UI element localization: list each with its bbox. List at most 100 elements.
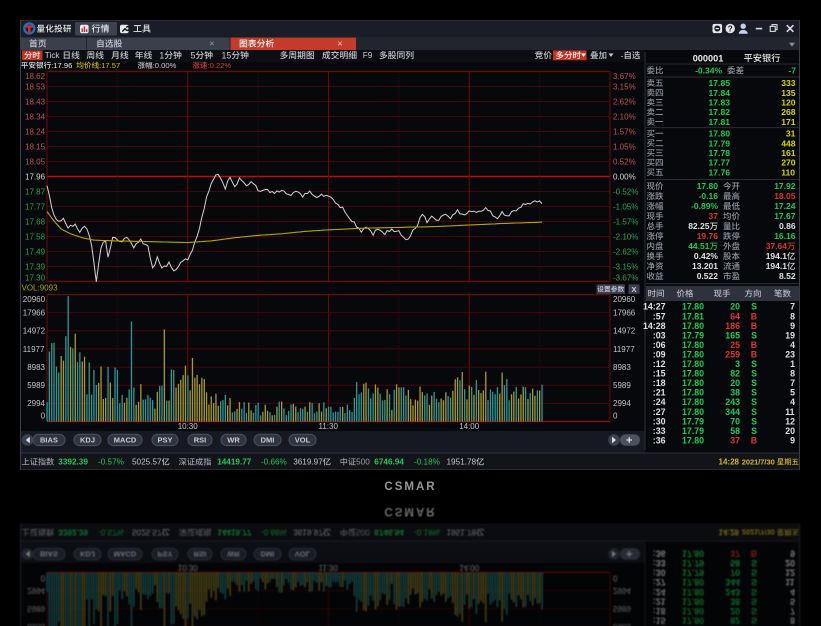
svg-text:18.05: 18.05 [25,157,46,166]
svg-text::09: :09 [653,350,666,360]
svg-text:3392.39: 3392.39 [58,458,88,467]
svg-text:20: 20 [785,426,795,436]
svg-text:17.76: 17.76 [709,167,731,177]
svg-text:B: B [751,340,757,350]
svg-text:2021/7/30: 2021/7/30 [742,457,775,466]
svg-text:17.81: 17.81 [682,311,704,321]
svg-text:17.80: 17.80 [682,407,704,417]
svg-text:17.30: 17.30 [25,273,46,282]
svg-text::33: :33 [653,426,666,436]
svg-text:PSY: PSY [158,435,173,444]
svg-text:14972: 14972 [613,327,636,336]
svg-text:-: - [621,50,624,60]
svg-text:0.522: 0.522 [697,271,719,281]
svg-text::27: :27 [653,407,666,417]
svg-text:1.57%: 1.57% [613,127,636,136]
svg-text:S: S [751,302,757,312]
svg-text:17.79: 17.79 [709,138,731,148]
svg-text:259: 259 [725,350,740,360]
svg-text:×: × [209,39,214,49]
svg-text:18.24: 18.24 [25,127,46,136]
svg-text:-3.15%: -3.15% [613,262,638,271]
svg-text:18.15: 18.15 [25,142,46,151]
svg-text:82: 82 [730,369,740,379]
svg-text:1951.78: 1951.78 [447,458,477,467]
svg-text:17.80: 17.80 [682,435,704,445]
svg-text:8: 8 [790,369,795,379]
svg-text:16.16: 16.16 [774,231,796,241]
svg-text:5989: 5989 [613,381,631,390]
svg-text::30: :30 [653,416,666,426]
svg-text:8.52: 8.52 [779,271,796,281]
svg-text:58: 58 [730,426,740,436]
svg-text:S: S [751,407,757,417]
svg-text:17.83: 17.83 [709,98,731,108]
svg-text:17.80: 17.80 [682,302,704,312]
svg-text:-3.67%: -3.67% [613,273,638,282]
svg-text:17.68: 17.68 [25,217,46,226]
svg-text:B: B [751,435,757,445]
svg-text:-0.18%: -0.18% [414,458,440,467]
svg-text:0: 0 [613,411,618,420]
svg-text:18.34: 18.34 [25,112,46,121]
svg-text:194.1: 194.1 [766,251,788,261]
svg-text:186: 186 [725,321,740,331]
svg-text:17.80: 17.80 [682,359,704,369]
svg-text:S: S [751,426,757,436]
svg-text:14:00: 14:00 [459,422,480,431]
svg-text:3: 3 [735,359,740,369]
svg-text:S: S [751,416,757,426]
svg-text:3619.97: 3619.97 [293,458,323,467]
svg-text:38: 38 [730,388,740,398]
svg-text:1.05%: 1.05% [613,142,636,151]
svg-text:17.79: 17.79 [682,330,704,340]
svg-text:5025.57: 5025.57 [132,458,162,467]
svg-text:2994: 2994 [613,399,631,408]
svg-text:11977: 11977 [613,345,635,354]
svg-text:500: 500 [356,458,370,467]
svg-text:333: 333 [781,78,796,88]
svg-text:19.76: 19.76 [697,231,719,241]
svg-text:-0.57%: -0.57% [98,458,124,467]
svg-text:X: X [632,285,637,294]
svg-text:11:30: 11:30 [319,422,339,431]
svg-text:23: 23 [785,350,795,360]
svg-text:37: 37 [730,435,740,445]
svg-text:20: 20 [730,378,740,388]
svg-text:-2.10%: -2.10% [613,232,638,241]
svg-text:17.78: 17.78 [709,148,731,158]
svg-text:17.79: 17.79 [682,426,704,436]
svg-text:-2.62%: -2.62% [613,247,638,256]
svg-text:BIAS: BIAS [40,435,58,444]
svg-text:17.80: 17.80 [682,321,704,331]
svg-text:17.81: 17.81 [709,117,731,127]
svg-text:000001: 000001 [693,53,724,63]
svg-text::17.57: :17.57 [99,61,120,70]
svg-text:-7: -7 [788,65,796,75]
svg-text::24: :24 [653,397,666,407]
svg-text:0.52%: 0.52% [613,157,636,166]
svg-text:2.62%: 2.62% [613,97,636,106]
svg-text:5: 5 [790,388,795,398]
svg-text:11: 11 [785,407,794,417]
svg-text:15: 15 [222,50,232,60]
svg-text:-0.16: -0.16 [699,191,719,201]
svg-text:17.24: 17.24 [774,201,796,211]
svg-text:S: S [751,359,757,369]
svg-text:344: 344 [725,407,740,417]
svg-text:17.80: 17.80 [682,340,704,350]
svg-text:14:27: 14:27 [643,302,666,312]
svg-text:17.80: 17.80 [682,397,704,407]
svg-text:270: 270 [781,158,796,168]
svg-text:17.96: 17.96 [25,172,46,181]
svg-text:DMI: DMI [261,435,275,444]
svg-text:20960: 20960 [613,295,636,304]
svg-text:1: 1 [159,50,164,60]
svg-text:S: S [751,397,757,407]
svg-text:?: ? [728,25,733,34]
svg-text:17.80: 17.80 [682,369,704,379]
svg-text:S: S [751,388,757,398]
svg-text:17.92: 17.92 [774,181,796,191]
svg-text:64: 64 [730,311,740,321]
svg-text:14:28: 14:28 [643,321,666,331]
